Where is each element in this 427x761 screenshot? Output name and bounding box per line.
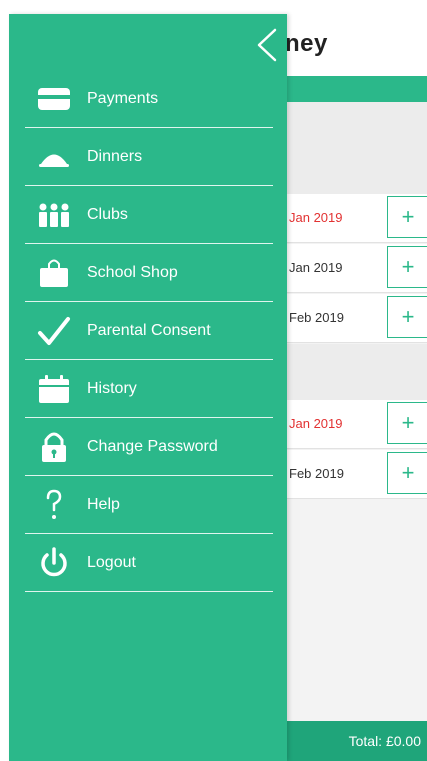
- menu-item-help[interactable]: Help: [25, 476, 273, 534]
- menu-item-parental-consent[interactable]: Parental Consent: [25, 302, 273, 360]
- add-button[interactable]: +: [387, 246, 427, 288]
- menu-label: Clubs: [87, 205, 128, 223]
- menu-item-clubs[interactable]: Clubs: [25, 186, 273, 244]
- menu-item-history[interactable]: History: [25, 360, 273, 418]
- chevron-left-icon[interactable]: [255, 28, 279, 62]
- row-date: Feb 2019: [289, 466, 344, 481]
- page-title: ney: [285, 30, 328, 57]
- add-button[interactable]: +: [387, 196, 427, 238]
- menu-item-payments[interactable]: Payments: [25, 70, 273, 128]
- question-icon: [35, 488, 73, 522]
- nav-menu: Payments Dinners Clubs School Shop Paren…: [25, 70, 273, 592]
- row-date: Jan 2019: [289, 260, 343, 275]
- nav-drawer: Payments Dinners Clubs School Shop Paren…: [9, 14, 287, 761]
- menu-item-change-password[interactable]: Change Password: [25, 418, 273, 476]
- row-date: Jan 2019: [289, 416, 343, 431]
- menu-label: Parental Consent: [87, 321, 211, 339]
- menu-label: School Shop: [87, 263, 178, 281]
- total-amount: Total: £0.00: [348, 733, 421, 749]
- add-button[interactable]: +: [387, 402, 427, 444]
- screen: ney Jan 2019 + Jan 2019 + Feb 2019 + Jan…: [0, 0, 427, 761]
- menu-label: History: [87, 379, 137, 397]
- add-button[interactable]: +: [387, 296, 427, 338]
- menu-label: Change Password: [87, 437, 218, 455]
- menu-label: Help: [87, 495, 120, 513]
- row-date: Jan 2019: [289, 210, 343, 225]
- row-date: Feb 2019: [289, 310, 344, 325]
- menu-item-dinners[interactable]: Dinners: [25, 128, 273, 186]
- menu-label: Dinners: [87, 147, 143, 165]
- menu-label: Payments: [87, 89, 159, 107]
- dish-icon: [35, 140, 73, 174]
- menu-item-logout[interactable]: Logout: [25, 534, 273, 592]
- power-icon: [35, 546, 73, 580]
- bag-icon: [35, 256, 73, 290]
- people-icon: [35, 198, 73, 232]
- add-button[interactable]: +: [387, 452, 427, 494]
- menu-label: Logout: [87, 553, 136, 571]
- lock-icon: [35, 430, 73, 464]
- menu-item-school-shop[interactable]: School Shop: [25, 244, 273, 302]
- calendar-icon: [35, 372, 73, 406]
- card-icon: [35, 82, 73, 116]
- check-icon: [35, 314, 73, 348]
